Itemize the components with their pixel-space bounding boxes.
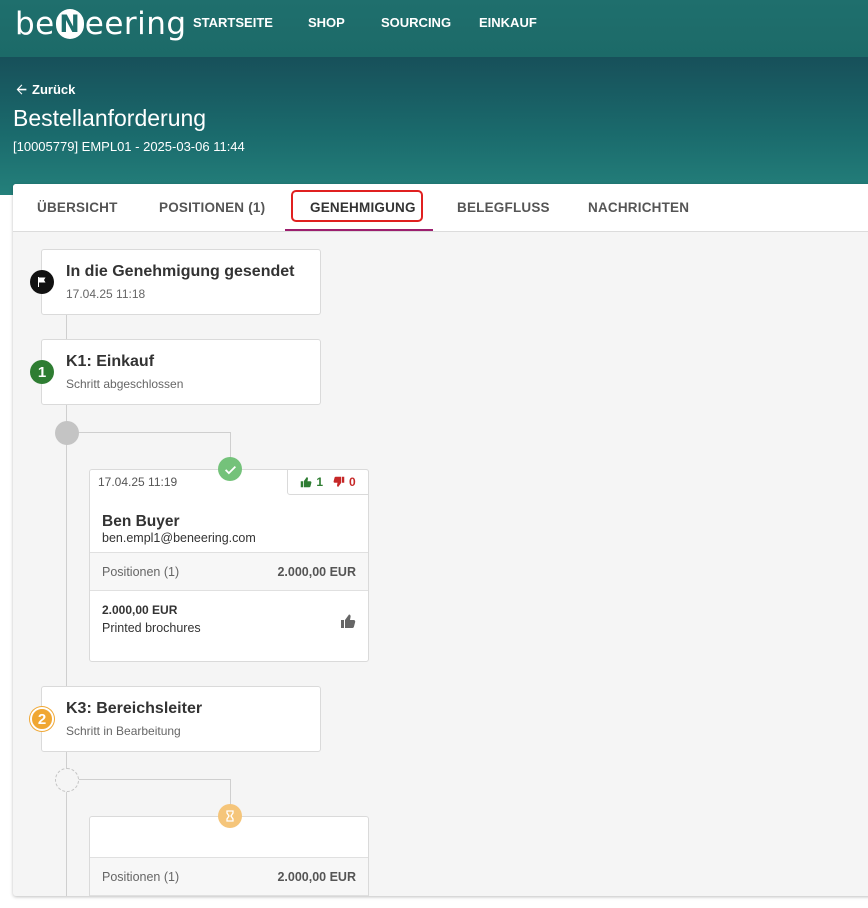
logo-text-right: eering xyxy=(84,6,187,42)
tab-nachrichten[interactable]: NACHRICHTEN xyxy=(588,200,689,215)
tab-highlight-box xyxy=(291,190,423,222)
approval-date: 17.04.25 11:19 xyxy=(98,475,178,489)
nav-item-startseite[interactable]: STARTSEITE xyxy=(193,15,273,30)
step-date: 17.04.25 11:18 xyxy=(66,287,146,301)
tab-uebersicht[interactable]: ÜBERSICHT xyxy=(37,200,118,215)
votes-down-count: 0 xyxy=(349,475,356,489)
nav-item-shop[interactable]: SHOP xyxy=(308,15,345,30)
approval-card-pending: Positionen (1) 2.000,00 EUR xyxy=(89,816,369,896)
positions-label: Positionen (1) xyxy=(102,565,180,579)
thumbs-down-icon xyxy=(333,476,345,487)
branch-line-1 xyxy=(78,432,231,433)
flag-icon xyxy=(30,270,54,294)
step-status: Schritt in Bearbeitung xyxy=(66,724,181,738)
page-title: Bestellanforderung xyxy=(13,105,207,131)
active-tab-indicator xyxy=(285,229,433,231)
tab-bar: ÜBERSICHT POSITIONEN (1) GENEHMIGUNG BEL… xyxy=(13,184,868,232)
back-label: Zurück xyxy=(32,82,76,97)
pending-node-icon xyxy=(55,768,79,792)
page-subtitle: [10005779] EMPL01 - 2025-03-06 11:44 xyxy=(13,139,245,154)
timeline-step-sent: In die Genehmigung gesendet 17.04.25 11:… xyxy=(41,249,321,315)
item-description: Printed brochures xyxy=(102,621,201,635)
document-card: ÜBERSICHT POSITIONEN (1) GENEHMIGUNG BEL… xyxy=(13,184,868,896)
approver-name: Ben Buyer xyxy=(102,513,180,530)
positions-summary-row[interactable]: Positionen (1) 2.000,00 EUR xyxy=(90,552,368,591)
positions-label: Positionen (1) xyxy=(102,870,180,884)
back-link[interactable]: Zurück xyxy=(15,82,75,97)
vote-summary: 1 0 xyxy=(287,469,369,495)
positions-summary-row[interactable]: Positionen (1) 2.000,00 EUR xyxy=(90,857,368,896)
step-title: K3: Bereichsleiter xyxy=(66,700,203,717)
positions-total: 2.000,00 EUR xyxy=(277,870,356,884)
step-title: K1: Einkauf xyxy=(66,353,155,370)
branch-node-icon xyxy=(55,421,79,445)
approval-card-ben-buyer: 17.04.25 11:19 1 0 Ben Buyer ben.empl1@b… xyxy=(89,469,369,662)
approver-email: ben.empl1@beneering.com xyxy=(102,531,256,545)
logo-text-left: be xyxy=(15,6,55,42)
item-price: 2.000,00 EUR xyxy=(102,603,178,617)
hourglass-icon xyxy=(218,804,242,828)
tab-belegfluss[interactable]: BELEGFLUSS xyxy=(457,200,550,215)
arrow-left-icon xyxy=(16,84,27,95)
approved-check-icon xyxy=(218,457,242,481)
positions-total: 2.000,00 EUR xyxy=(277,565,356,579)
thumbs-up-icon xyxy=(301,477,312,488)
step-status: Schritt abgeschlossen xyxy=(66,377,184,391)
branch-line-2 xyxy=(78,779,231,780)
timeline-step-k3: K3: Bereichsleiter Schritt in Bearbeitun… xyxy=(41,686,321,752)
votes-up-count: 1 xyxy=(316,475,323,489)
thumbs-up-icon xyxy=(341,614,356,628)
beneering-logo[interactable]: be N eering xyxy=(15,4,187,44)
step-title: In die Genehmigung gesendet xyxy=(66,263,295,280)
nav-item-einkauf[interactable]: EINKAUF xyxy=(479,15,537,30)
timeline-step-k1: K1: Einkauf Schritt abgeschlossen xyxy=(41,339,321,405)
step-number-badge: 2 xyxy=(30,707,54,731)
logo-badge: N xyxy=(55,9,84,39)
nav-item-sourcing[interactable]: SOURCING xyxy=(381,15,451,30)
step-number-badge: 1 xyxy=(30,360,54,384)
tab-positionen[interactable]: POSITIONEN (1) xyxy=(159,200,265,215)
